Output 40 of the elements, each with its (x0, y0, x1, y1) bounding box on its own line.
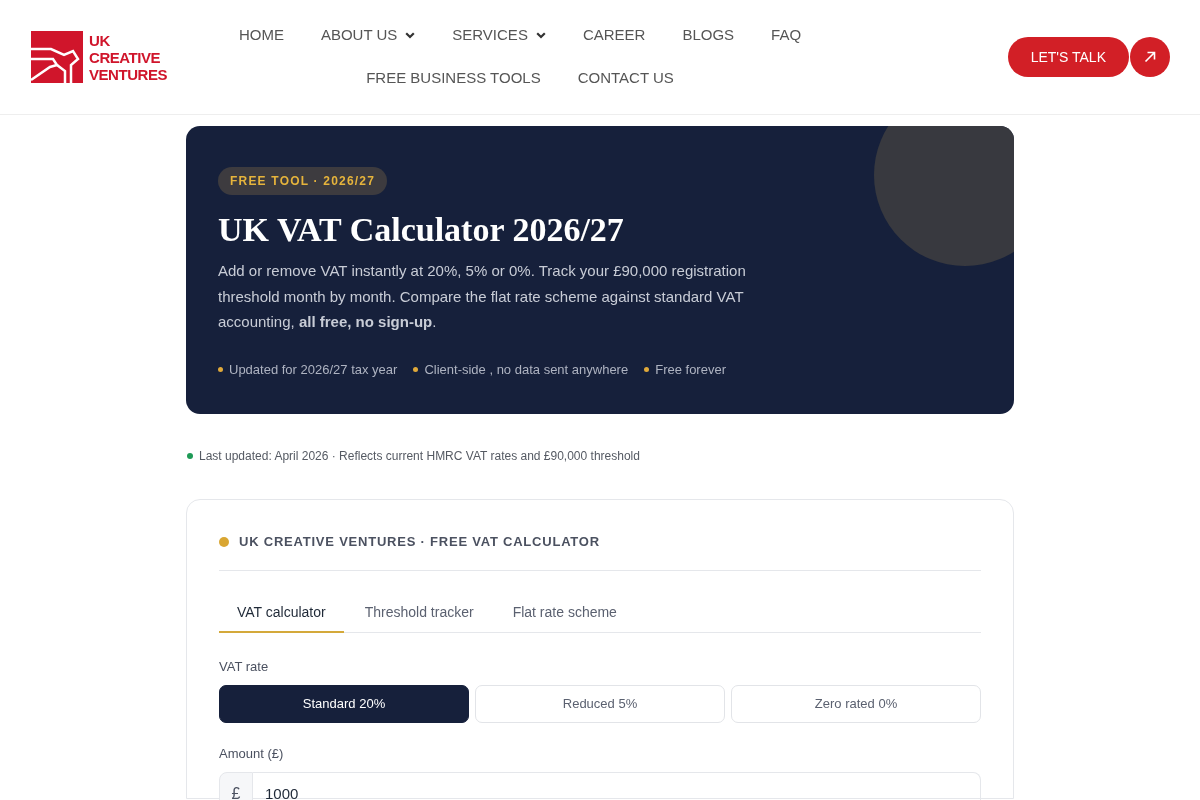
rate-option-button[interactable]: Reduced 5% (475, 685, 725, 723)
tab[interactable]: Flat rate scheme (494, 593, 635, 633)
vat-rate-label: VAT rate (219, 659, 269, 675)
bullet-dot-icon (413, 367, 419, 372)
logo-text: VENTURES (89, 65, 168, 83)
caret-icon (405, 32, 416, 39)
arrow-up-right-icon (1144, 51, 1156, 63)
highlight-text: Free forever (655, 360, 726, 379)
nav-link[interactable]: BLOGS (682, 14, 735, 57)
heading-dot-icon (219, 537, 229, 547)
nav-link[interactable]: CAREER (582, 14, 646, 57)
rate-option-button[interactable]: Standard 20% (219, 685, 469, 723)
rate-option-button[interactable]: Zero rated 0% (731, 685, 981, 723)
nav-link[interactable]: SERVICES (452, 14, 546, 57)
highlight-text: Client-side , no data sent anywhere (424, 360, 629, 379)
nav-link[interactable]: FREE BUSINESS TOOLS (366, 57, 541, 100)
calculator-heading: UK CREATIVE VENTURES · FREE VAT CALCULATOR (239, 533, 600, 552)
status-dot-icon (187, 453, 193, 459)
nav-link[interactable]: CONTACT US (577, 57, 674, 100)
caret-icon (535, 32, 546, 39)
logo-text: UK (89, 31, 111, 49)
tab[interactable]: VAT calculator (219, 593, 344, 633)
nav-link[interactable]: HOME (238, 14, 284, 57)
highlight-text: Updated for 2026/27 tax year (229, 360, 398, 379)
last-updated-text: Last updated: April 2026 · Reflects current HMRC VAT rates and £90,000 threshold (199, 448, 640, 465)
arrow-button[interactable] (1130, 37, 1170, 77)
bullet-dot-icon (218, 367, 223, 372)
bullet-dot-icon (644, 367, 650, 372)
lets-talk-button[interactable]: LET'S TALK (1007, 37, 1129, 77)
hero-description: Add or remove VAT instantly at 20%, 5% or 0%. Track your £90,000 registration threshold month by month. Compare the flat rate scheme against standard VAT accounting, all free, no sign-up. (218, 261, 747, 332)
amount-input[interactable]: 1000 (253, 772, 981, 800)
nav-link[interactable]: FAQ (771, 14, 802, 57)
amount-label: Amount (£) (219, 746, 284, 762)
tab[interactable]: Threshold tracker (346, 593, 492, 633)
nav-link[interactable]: ABOUT US (320, 14, 416, 57)
currency-prefix: £ (219, 772, 253, 800)
logo-mark-icon (31, 31, 83, 83)
hero-title: UK VAT Calculator 2026/27 (218, 210, 624, 250)
hero-badge: FREE TOOL · 2026/27 (218, 167, 388, 195)
logo-text: CREATIVE (89, 48, 162, 66)
